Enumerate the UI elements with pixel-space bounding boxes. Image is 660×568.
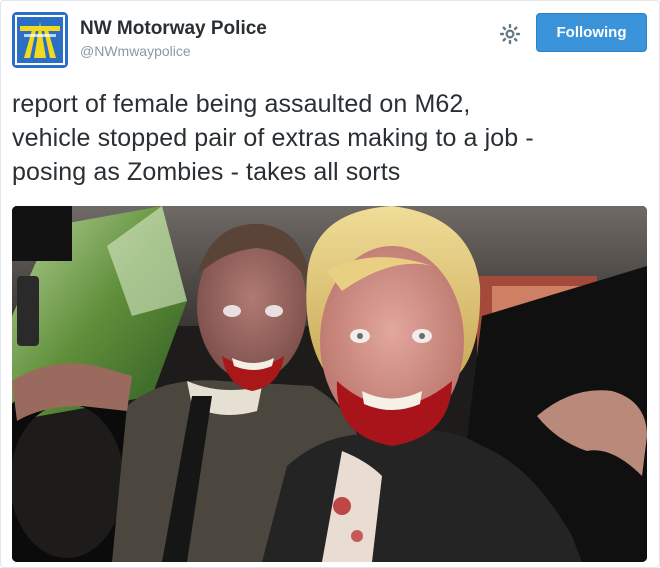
tweet-text-line: report of female being assaulted on M62, <box>12 90 471 118</box>
user-info: NW Motorway Police @NWmwaypolice <box>80 18 267 60</box>
display-name[interactable]: NW Motorway Police <box>80 18 267 40</box>
zombie-extras-photo <box>12 206 647 562</box>
tweet-text-line: vehicle stopped pair of extras making to… <box>12 124 534 152</box>
tweet-text: report of female being assaulted on M62,… <box>12 87 652 189</box>
tweet-card: NW Motorway Police @NWmwaypolice Followi… <box>0 0 660 568</box>
gear-icon[interactable] <box>498 22 522 46</box>
following-button[interactable]: Following <box>536 13 647 52</box>
account-handle[interactable]: @NWmwaypolice <box>80 42 267 60</box>
motorway-sign-icon <box>12 12 68 68</box>
tweet-photo[interactable] <box>12 206 647 562</box>
tweet-text-line: posing as Zombies - takes all sorts <box>12 158 401 186</box>
account-avatar[interactable] <box>12 12 68 68</box>
